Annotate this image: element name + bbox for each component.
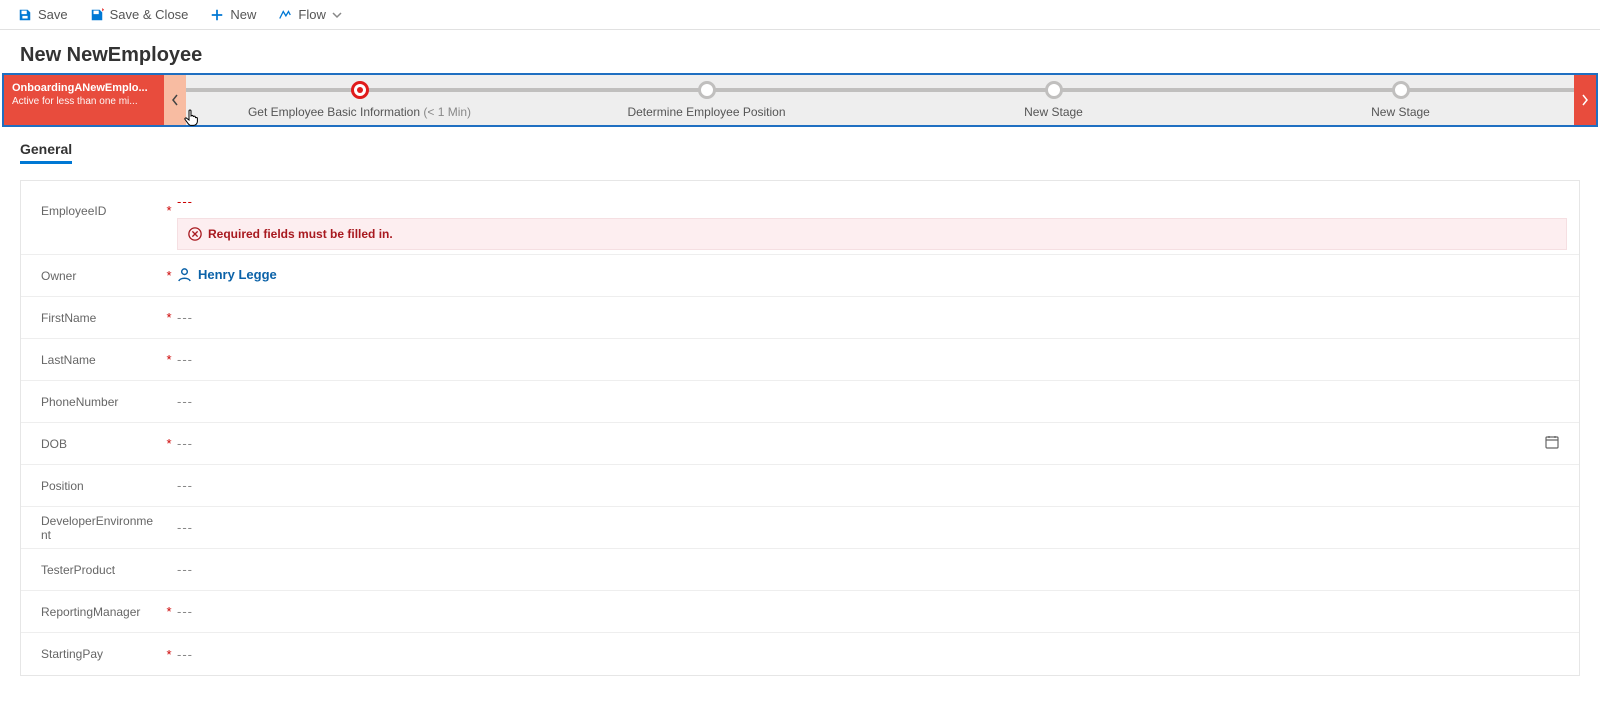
save-icon <box>18 8 32 22</box>
flow-icon <box>278 8 292 22</box>
firstname-input[interactable]: --- <box>177 300 1567 335</box>
field-label: Owner <box>41 269 161 283</box>
reportingmanager-input[interactable]: --- <box>177 594 1567 629</box>
field-row-position: Position --- <box>21 465 1579 507</box>
required-marker: * <box>161 436 177 451</box>
field-row-lastname: LastName * --- <box>21 339 1579 381</box>
error-banner: Required fields must be filled in. <box>177 218 1567 250</box>
save-button[interactable]: Save <box>8 3 78 26</box>
chevron-down-icon <box>332 10 342 20</box>
bpf-process-status: Active for less than one mi... <box>12 95 156 108</box>
bpf-prev-button[interactable] <box>164 75 186 125</box>
startingpay-input[interactable]: --- <box>177 637 1567 672</box>
bpf-stage-label: Determine Employee Position <box>627 105 785 119</box>
field-row-phonenumber: PhoneNumber --- <box>21 381 1579 423</box>
tab-bar: General <box>0 127 1600 164</box>
phonenumber-input[interactable]: --- <box>177 384 1567 419</box>
person-icon <box>177 267 192 282</box>
bpf-stage-label: New Stage <box>1024 105 1083 119</box>
required-marker: * <box>161 647 177 662</box>
form-box: EmployeeID * --- Required fields must be… <box>20 180 1580 676</box>
bpf-stage-4[interactable]: New Stage <box>1227 75 1574 125</box>
field-label: StartingPay <box>41 647 161 661</box>
new-label: New <box>230 7 256 22</box>
save-label: Save <box>38 7 68 22</box>
plus-icon <box>210 8 224 22</box>
calendar-icon <box>1544 434 1560 450</box>
flow-button[interactable]: Flow <box>268 3 351 26</box>
dob-input[interactable]: --- <box>177 426 1537 461</box>
tab-general[interactable]: General <box>20 135 72 164</box>
field-label: ReportingManager <box>41 605 161 619</box>
dob-date-picker[interactable] <box>1537 434 1567 453</box>
field-row-owner: Owner * Henry Legge <box>21 255 1579 297</box>
bpf-next-button[interactable] <box>1574 75 1596 125</box>
error-icon <box>188 227 202 241</box>
bpf-stage-label: New Stage <box>1371 105 1430 119</box>
testerproduct-input[interactable]: --- <box>177 552 1567 587</box>
field-label: DOB <box>41 437 161 451</box>
page-title: New NewEmployee <box>0 30 1600 73</box>
required-marker: * <box>161 268 177 283</box>
required-marker: * <box>161 310 177 325</box>
position-input[interactable]: --- <box>177 468 1567 503</box>
save-close-icon <box>90 8 104 22</box>
command-bar: Save Save & Close New Flow <box>0 0 1600 30</box>
bpf-stage-label: Get Employee Basic Information <box>248 105 420 119</box>
chevron-left-icon <box>171 94 179 106</box>
employeeid-input[interactable]: --- <box>177 188 1567 213</box>
field-label: TesterProduct <box>41 563 161 577</box>
field-row-dob: DOB * --- <box>21 423 1579 465</box>
field-label: FirstName <box>41 311 161 325</box>
save-close-label: Save & Close <box>110 7 189 22</box>
field-row-reportingmanager: ReportingManager * --- <box>21 591 1579 633</box>
required-marker: * <box>161 604 177 619</box>
bpf-container: OnboardingANewEmplo... Active for less t… <box>2 73 1598 127</box>
required-marker: * <box>161 352 177 367</box>
bpf-stage-1[interactable]: Get Employee Basic Information (< 1 Min) <box>186 75 533 125</box>
owner-name: Henry Legge <box>198 267 277 282</box>
field-row-devenv: DeveloperEnvironment --- <box>21 507 1579 549</box>
error-text: Required fields must be filled in. <box>208 227 393 241</box>
bpf-stage-node-icon <box>698 81 716 99</box>
lastname-input[interactable]: --- <box>177 342 1567 377</box>
devenv-input[interactable]: --- <box>177 510 1567 545</box>
bpf-stage-node-icon <box>1392 81 1410 99</box>
field-label: PhoneNumber <box>41 395 161 409</box>
bpf-process-name: OnboardingANewEmplo... <box>12 81 156 95</box>
bpf-stage-node-icon <box>351 81 369 99</box>
chevron-right-icon <box>1581 94 1589 106</box>
owner-input[interactable]: Henry Legge <box>177 257 1567 295</box>
new-button[interactable]: New <box>200 3 266 26</box>
field-label: DeveloperEnvironment <box>41 514 161 542</box>
field-row-testerproduct: TesterProduct --- <box>21 549 1579 591</box>
flow-label: Flow <box>298 7 325 22</box>
field-label: Position <box>41 479 161 493</box>
required-marker: * <box>161 183 177 218</box>
bpf-process-header[interactable]: OnboardingANewEmplo... Active for less t… <box>4 75 164 125</box>
bpf-stage-node-icon <box>1045 81 1063 99</box>
bpf-stages: Get Employee Basic Information (< 1 Min)… <box>186 75 1574 125</box>
save-close-button[interactable]: Save & Close <box>80 3 199 26</box>
bpf-stage-2[interactable]: Determine Employee Position <box>533 75 880 125</box>
field-row-employeeid: EmployeeID * --- Required fields must be… <box>21 181 1579 255</box>
bpf-stage-3[interactable]: New Stage <box>880 75 1227 125</box>
field-row-firstname: FirstName * --- <box>21 297 1579 339</box>
bpf-stage-duration: (< 1 Min) <box>423 105 471 119</box>
field-row-startingpay: StartingPay * --- <box>21 633 1579 675</box>
field-label: EmployeeID <box>41 184 161 218</box>
field-label: LastName <box>41 353 161 367</box>
form-wrap: EmployeeID * --- Required fields must be… <box>0 164 1600 704</box>
owner-chip[interactable]: Henry Legge <box>177 267 277 282</box>
